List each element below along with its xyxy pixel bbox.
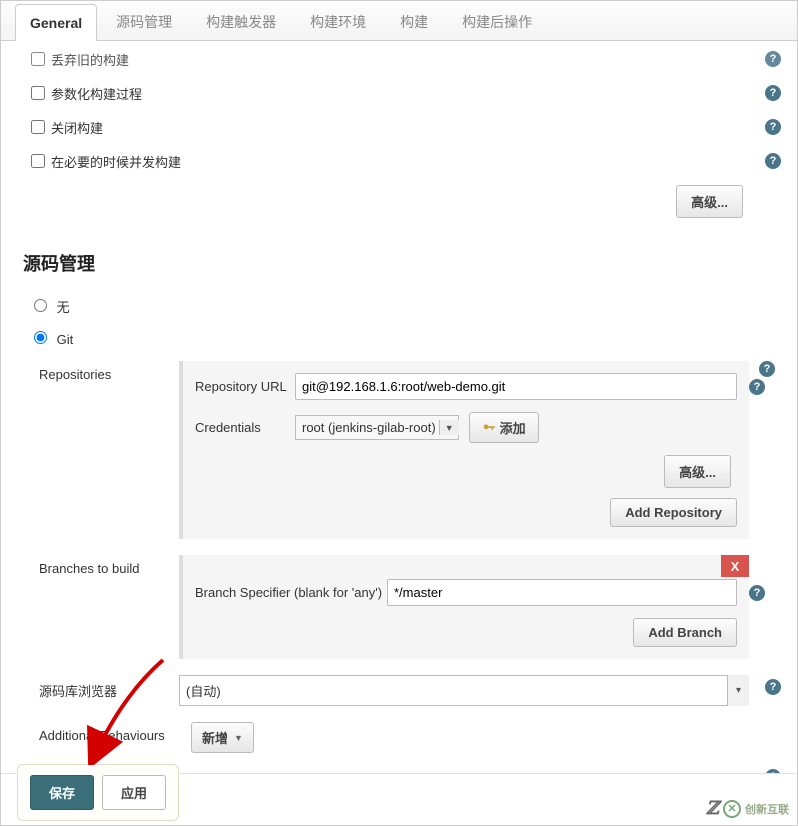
watermark-text: 创新互联 xyxy=(745,801,789,817)
add-credentials-button[interactable]: 添加 xyxy=(469,412,539,443)
additional-behaviours-label: Additional Behaviours xyxy=(39,722,191,743)
repo-browser-select[interactable]: (自动) xyxy=(179,675,749,706)
help-icon[interactable]: ? xyxy=(749,379,765,395)
repo-browser-label: 源码库浏览器 xyxy=(39,675,179,700)
credentials-label: Credentials xyxy=(195,420,295,435)
logo-icon: ✕ xyxy=(723,800,741,818)
checkbox-disable-build[interactable] xyxy=(31,120,45,134)
repo-url-label: Repository URL xyxy=(195,379,295,394)
add-behaviour-button[interactable]: 新增 ▼ xyxy=(191,722,254,753)
help-icon[interactable]: ? xyxy=(765,51,781,67)
checkbox-disable-label: 关闭构建 xyxy=(51,118,103,137)
checkbox-discard-label: 丢弃旧的构建 xyxy=(51,50,129,69)
repositories-label: Repositories xyxy=(39,361,179,382)
checkbox-discard-old-builds[interactable] xyxy=(31,52,45,66)
save-button[interactable]: 保存 xyxy=(30,775,94,810)
watermark-icon: ℤ xyxy=(706,798,719,819)
branches-block: X Branch Specifier (blank for 'any') ? A… xyxy=(179,555,749,659)
add-repository-button[interactable]: Add Repository xyxy=(610,498,737,527)
radio-none[interactable] xyxy=(34,299,47,312)
checkbox-concurrent[interactable] xyxy=(31,154,45,168)
repositories-block: ? Repository URL ? Credentials root (jen… xyxy=(179,361,749,539)
branch-specifier-input[interactable] xyxy=(387,579,737,606)
tab-general[interactable]: General xyxy=(15,4,97,41)
chevron-down-icon: ▾ xyxy=(727,675,749,706)
config-tabs: General 源码管理 构建触发器 构建环境 构建 构建后操作 xyxy=(1,1,797,41)
key-icon xyxy=(482,421,496,435)
tab-post[interactable]: 构建后操作 xyxy=(447,1,547,41)
repo-browser-block: (自动) ▾ ? xyxy=(179,675,781,706)
branch-specifier-label: Branch Specifier (blank for 'any') xyxy=(195,585,387,600)
help-icon[interactable]: ? xyxy=(759,361,775,377)
tab-triggers[interactable]: 构建触发器 xyxy=(191,1,291,41)
radio-git-label[interactable]: Git xyxy=(29,332,73,347)
chevron-down-icon: ▼ xyxy=(234,733,243,743)
checkbox-parameterized-label: 参数化构建过程 xyxy=(51,84,142,103)
help-icon[interactable]: ? xyxy=(765,119,781,135)
footer-bar: 保存 应用 ℤ ✕ 创新互联 xyxy=(1,773,797,825)
help-icon[interactable]: ? xyxy=(749,585,765,601)
save-apply-box: 保存 应用 xyxy=(17,764,179,821)
radio-git[interactable] xyxy=(34,331,47,344)
add-branch-button[interactable]: Add Branch xyxy=(633,618,737,647)
tab-scm[interactable]: 源码管理 xyxy=(101,1,187,41)
repo-url-input[interactable] xyxy=(295,373,737,400)
help-icon[interactable]: ? xyxy=(765,85,781,101)
apply-button[interactable]: 应用 xyxy=(102,775,166,810)
tab-env[interactable]: 构建环境 xyxy=(295,1,381,41)
delete-branch-button[interactable]: X xyxy=(721,555,749,577)
credentials-select[interactable]: root (jenkins-gilab-root) xyxy=(295,415,459,440)
help-icon[interactable]: ? xyxy=(765,679,781,695)
scm-section-title: 源码管理 xyxy=(23,250,781,276)
advanced-general-button[interactable]: 高级... xyxy=(676,185,743,218)
advanced-repo-button[interactable]: 高级... xyxy=(664,455,731,488)
help-icon[interactable]: ? xyxy=(765,153,781,169)
tab-build[interactable]: 构建 xyxy=(385,1,443,41)
checkbox-parameterized[interactable] xyxy=(31,86,45,100)
radio-none-label[interactable]: 无 xyxy=(29,300,70,315)
checkbox-concurrent-label: 在必要的时候并发构建 xyxy=(51,152,181,171)
branches-label: Branches to build xyxy=(39,555,179,576)
content-area: 丢弃旧的构建 ? 参数化构建过程 ? 关闭构建 ? 在必要的时候并发构建 ? 高… xyxy=(1,41,797,775)
chevron-down-icon: ▼ xyxy=(439,420,459,435)
watermark: ℤ ✕ 创新互联 xyxy=(706,798,789,819)
